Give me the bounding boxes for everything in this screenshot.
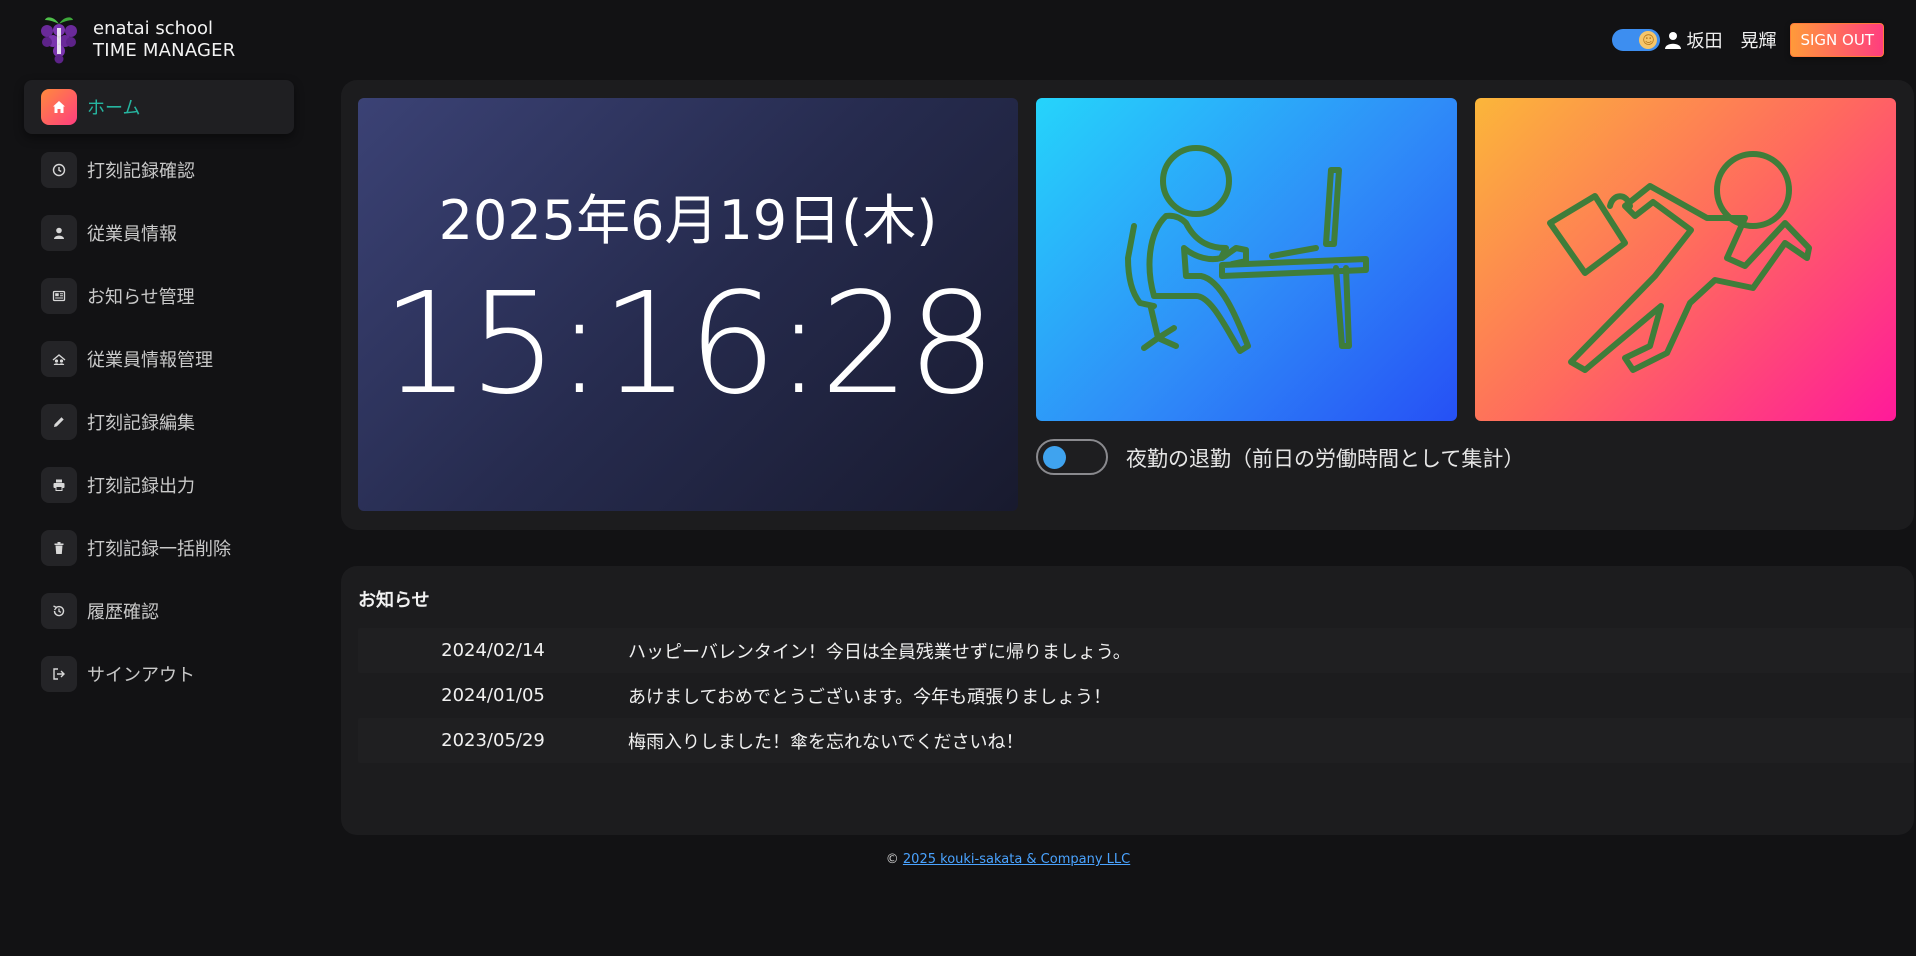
- pencil-icon: [41, 404, 77, 440]
- night-shift-label: 夜勤の退勤（前日の労働時間として集計）: [1126, 447, 1525, 471]
- grape-logo-icon[interactable]: [38, 14, 80, 64]
- sidebar-item-news-manage[interactable]: お知らせ管理: [24, 269, 294, 323]
- sidebar-item-punch-export[interactable]: 打刻記録出力: [24, 458, 294, 512]
- smiley-icon: ☺: [1639, 31, 1658, 49]
- sidebar-item-employee-info[interactable]: 従業員情報: [24, 206, 294, 260]
- footer: © 2025 kouki-sakata & Company LLC: [0, 852, 1916, 867]
- current-time: 15:16:28: [381, 263, 997, 426]
- news-title: お知らせ: [358, 590, 430, 611]
- news-text: 梅雨入りしました！傘を忘れないでくださいね！: [628, 731, 1024, 753]
- sidebar-item-label: 従業員情報: [87, 224, 177, 245]
- punch-panel: 2025年6月19日(木) 15:16:28 夜勤の退勤（前日の労働時間として集…: [341, 80, 1914, 530]
- news-text: あけましておめでとうございます。今年も頑張りましょう！: [628, 686, 1112, 708]
- current-date: 2025年6月19日(木): [438, 189, 938, 252]
- news-text: ハッピーバレンタイン！今日は全員残業せずに帰りましょう。: [628, 641, 1131, 663]
- desk-worker-icon: [1125, 145, 1369, 354]
- sidebar-nav: ホーム 打刻記録確認 従業員情報 お知らせ管理 従業員情報管理 打刻記録編集 打…: [24, 80, 294, 710]
- trash-icon: [41, 530, 77, 566]
- sidebar-item-employee-manage[interactable]: 従業員情報管理: [24, 332, 294, 386]
- sidebar-item-home[interactable]: ホーム: [24, 80, 294, 134]
- clock-icon: [41, 152, 77, 188]
- person-icon: [41, 215, 77, 251]
- history-icon: [41, 593, 77, 629]
- sidebar-item-label: 打刻記録一括削除: [87, 539, 231, 560]
- company-link[interactable]: 2025 kouki-sakata & Company LLC: [903, 852, 1130, 867]
- logout-icon: [41, 656, 77, 692]
- sidebar-item-label: 打刻記録編集: [87, 413, 195, 434]
- clock-card: 2025年6月19日(木) 15:16:28: [358, 98, 1018, 511]
- news-row[interactable]: 2023/05/29 梅雨入りしました！傘を忘れないでくださいね！: [358, 718, 1914, 763]
- sidebar-item-punch-edit[interactable]: 打刻記録編集: [24, 395, 294, 449]
- theme-toggle[interactable]: ☺: [1612, 29, 1661, 51]
- sidebar-item-label: サインアウト: [87, 665, 195, 686]
- copyright-symbol: ©: [885, 852, 899, 867]
- sidebar-item-label: お知らせ管理: [87, 287, 195, 308]
- news-date: 2023/05/29: [441, 730, 545, 751]
- night-shift-toggle[interactable]: [1036, 439, 1108, 475]
- user-name: 坂田 晃輝: [1686, 31, 1777, 52]
- sidebar-item-label: 打刻記録出力: [87, 476, 195, 497]
- news-row[interactable]: 2024/02/14 ハッピーバレンタイン！今日は全員残業せずに帰りましょう。: [358, 628, 1914, 673]
- clock-out-button[interactable]: [1475, 98, 1896, 421]
- news-row[interactable]: 2024/01/05 あけましておめでとうございます。今年も頑張りましょう！: [358, 673, 1914, 718]
- people-manage-icon: [41, 341, 77, 377]
- brand-title: enatai school TIME MANAGER: [93, 18, 235, 62]
- user-icon: [1664, 31, 1682, 49]
- sidebar-item-bulk-delete[interactable]: 打刻記録一括削除: [24, 521, 294, 575]
- news-table: 2024/02/14 ハッピーバレンタイン！今日は全員残業せずに帰りましょう。 …: [358, 628, 1914, 763]
- clock-in-button[interactable]: [1036, 98, 1457, 421]
- sidebar-item-punch-records[interactable]: 打刻記録確認: [24, 143, 294, 197]
- sidebar-item-history[interactable]: 履歴確認: [24, 584, 294, 638]
- app-header: enatai school TIME MANAGER ☺ 坂田 晃輝 SIGN …: [0, 0, 1916, 78]
- running-person-icon: [1547, 151, 1812, 373]
- sidebar-item-signout[interactable]: サインアウト: [24, 647, 294, 701]
- brand-school-name: enatai school: [93, 18, 214, 39]
- news-panel: お知らせ 2024/02/14 ハッピーバレンタイン！今日は全員残業せずに帰りま…: [341, 566, 1914, 835]
- sidebar-item-label: ホーム: [87, 98, 141, 119]
- signout-button[interactable]: SIGN OUT: [1790, 23, 1884, 57]
- toggle-knob: [1043, 446, 1066, 469]
- news-date: 2024/01/05: [441, 685, 545, 706]
- printer-icon: [41, 467, 77, 503]
- brand-app-name: TIME MANAGER: [93, 40, 236, 61]
- header-user-area: ☺ 坂田 晃輝 SIGN OUT: [1612, 22, 1884, 58]
- sidebar-item-label: 履歴確認: [87, 602, 159, 623]
- news-date: 2024/02/14: [441, 640, 545, 661]
- home-icon: [41, 89, 77, 125]
- sidebar-item-label: 従業員情報管理: [87, 350, 213, 371]
- sidebar-item-label: 打刻記録確認: [87, 161, 195, 182]
- newspaper-icon: [41, 278, 77, 314]
